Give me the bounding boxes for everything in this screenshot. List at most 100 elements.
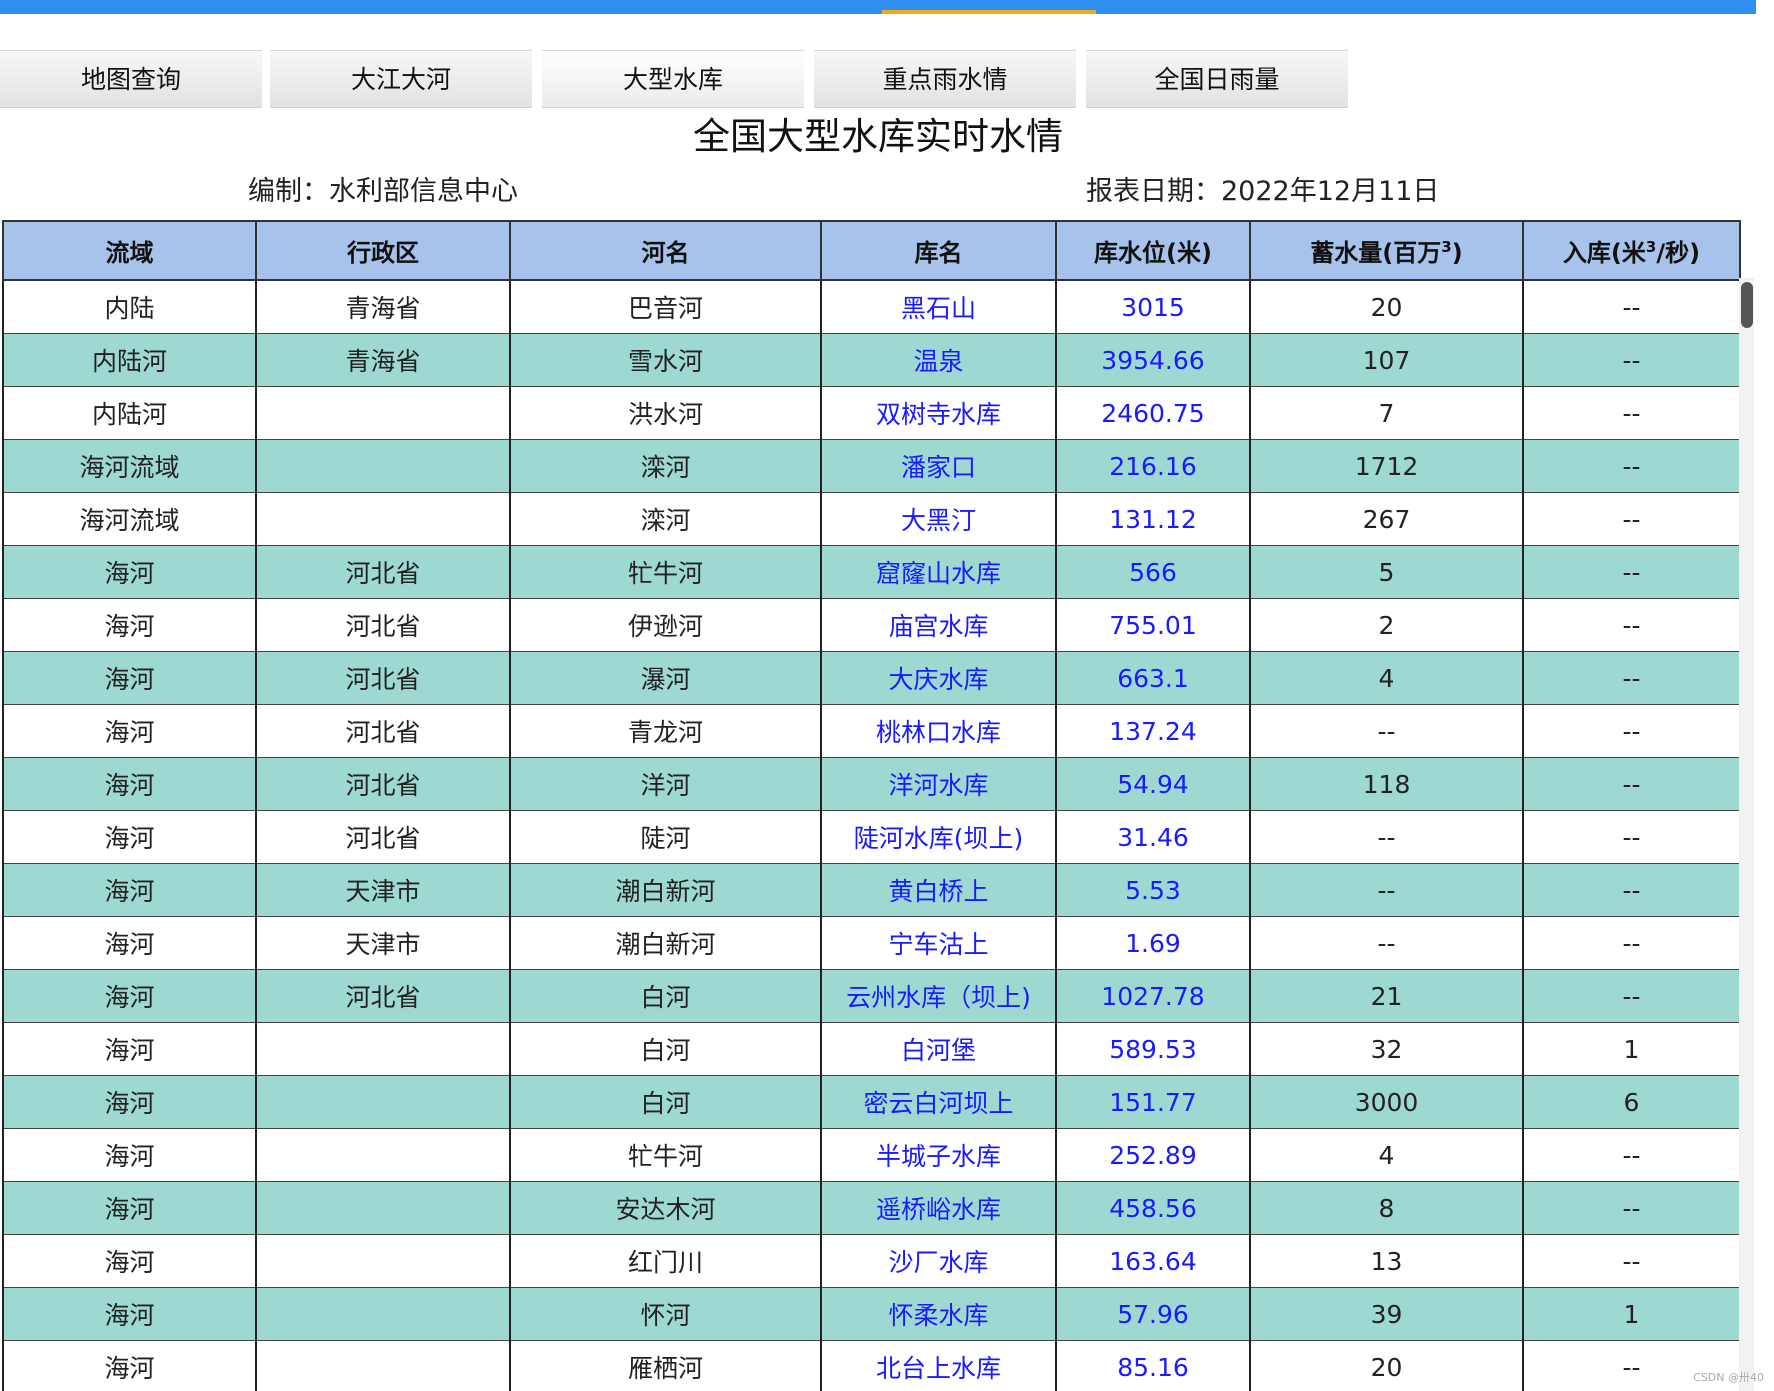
cell-basin: 海河流域 xyxy=(2,439,257,493)
cell-reservoir-link[interactable]: 潘家口 xyxy=(820,439,1057,493)
cell-river: 牤牛河 xyxy=(509,545,822,599)
cell-water-level[interactable]: 85.16 xyxy=(1055,1340,1251,1391)
cell-water-level[interactable]: 663.1 xyxy=(1055,651,1251,705)
table-scrollbar-thumb[interactable] xyxy=(1741,282,1753,328)
tab-map-query[interactable]: 地图查询 xyxy=(0,50,262,108)
cell-water-level[interactable]: 1027.78 xyxy=(1055,969,1251,1023)
cell-basin: 海河 xyxy=(2,598,257,652)
tab-large-reservoirs[interactable]: 大型水库 xyxy=(542,50,804,108)
cell-reservoir-link[interactable]: 大庆水库 xyxy=(820,651,1057,705)
cell-basin: 海河 xyxy=(2,1340,257,1391)
cell-storage: 7 xyxy=(1249,386,1524,440)
cell-reservoir-link[interactable]: 桃林口水库 xyxy=(820,704,1057,758)
cell-basin: 海河 xyxy=(2,757,257,811)
cell-basin: 海河 xyxy=(2,545,257,599)
cell-reservoir-link[interactable]: 温泉 xyxy=(820,333,1057,387)
cell-storage: 21 xyxy=(1249,969,1524,1023)
cell-water-level[interactable]: 31.46 xyxy=(1055,810,1251,864)
cell-water-level[interactable]: 1.69 xyxy=(1055,916,1251,970)
cell-region xyxy=(255,1075,511,1129)
cell-water-level[interactable]: 566 xyxy=(1055,545,1251,599)
cell-reservoir-link[interactable]: 窟窿山水库 xyxy=(820,545,1057,599)
header-river: 河名 xyxy=(509,220,822,281)
cell-inflow: -- xyxy=(1522,1181,1741,1235)
cell-reservoir-link[interactable]: 沙厂水库 xyxy=(820,1234,1057,1288)
cell-reservoir-link[interactable]: 大黑汀 xyxy=(820,492,1057,546)
cell-inflow: -- xyxy=(1522,757,1741,811)
cell-region xyxy=(255,1234,511,1288)
cell-water-level[interactable]: 131.12 xyxy=(1055,492,1251,546)
cell-river: 瀑河 xyxy=(509,651,822,705)
cell-region xyxy=(255,1181,511,1235)
table-row: 海河流域 滦河 潘家口 216.16 1712 -- xyxy=(2,439,1741,493)
cell-storage: 107 xyxy=(1249,333,1524,387)
reservoir-table: 流域 行政区 河名 库名 库水位(米) 蓄水量(百万3) 入库(米3/秒) 内陆… xyxy=(2,220,1741,1391)
cell-reservoir-link[interactable]: 洋河水库 xyxy=(820,757,1057,811)
cell-water-level[interactable]: 163.64 xyxy=(1055,1234,1251,1288)
cell-reservoir-link[interactable]: 双树寺水库 xyxy=(820,386,1057,440)
cell-water-level[interactable]: 54.94 xyxy=(1055,757,1251,811)
cell-water-level[interactable]: 137.24 xyxy=(1055,704,1251,758)
cell-reservoir-link[interactable]: 半城子水库 xyxy=(820,1128,1057,1182)
cell-river: 洋河 xyxy=(509,757,822,811)
cell-water-level[interactable]: 57.96 xyxy=(1055,1287,1251,1341)
cell-inflow: -- xyxy=(1522,545,1741,599)
cell-storage: -- xyxy=(1249,916,1524,970)
cell-inflow: -- xyxy=(1522,1128,1741,1182)
cell-inflow: -- xyxy=(1522,863,1741,917)
cell-region xyxy=(255,439,511,493)
cell-region: 河北省 xyxy=(255,598,511,652)
table-row: 海河 怀河 怀柔水库 57.96 39 1 xyxy=(2,1287,1741,1341)
top-accent-bar xyxy=(0,0,1756,14)
table-row: 海河流域 滦河 大黑汀 131.12 267 -- xyxy=(2,492,1741,546)
watermark: CSDN @卅40 xyxy=(1693,1371,1764,1384)
cell-reservoir-link[interactable]: 宁车沽上 xyxy=(820,916,1057,970)
cell-water-level[interactable]: 755.01 xyxy=(1055,598,1251,652)
cell-reservoir-link[interactable]: 黑石山 xyxy=(820,279,1057,334)
cell-storage: -- xyxy=(1249,704,1524,758)
cell-reservoir-link[interactable]: 黄白桥上 xyxy=(820,863,1057,917)
tab-national-daily-rainfall[interactable]: 全国日雨量 xyxy=(1086,50,1348,108)
table-row: 海河 河北省 瀑河 大庆水库 663.1 4 -- xyxy=(2,651,1741,705)
cell-reservoir-link[interactable]: 遥桥峪水库 xyxy=(820,1181,1057,1235)
table-row: 内陆河 青海省 雪水河 温泉 3954.66 107 -- xyxy=(2,333,1741,387)
cell-reservoir-link[interactable]: 云州水库（坝上) xyxy=(820,969,1057,1023)
cell-reservoir-link[interactable]: 密云白河坝上 xyxy=(820,1075,1057,1129)
cell-water-level[interactable]: 5.53 xyxy=(1055,863,1251,917)
tab-key-rain-water[interactable]: 重点雨水情 xyxy=(814,50,1076,108)
cell-water-level[interactable]: 216.16 xyxy=(1055,439,1251,493)
header-water-level: 库水位(米) xyxy=(1055,220,1251,281)
cell-reservoir-link[interactable]: 北台上水库 xyxy=(820,1340,1057,1391)
table-row: 海河 河北省 白河 云州水库（坝上) 1027.78 21 -- xyxy=(2,969,1741,1023)
cell-water-level[interactable]: 2460.75 xyxy=(1055,386,1251,440)
cell-reservoir-link[interactable]: 陡河水库(坝上) xyxy=(820,810,1057,864)
cell-river: 滦河 xyxy=(509,492,822,546)
table-row: 海河 牤牛河 半城子水库 252.89 4 -- xyxy=(2,1128,1741,1182)
cell-reservoir-link[interactable]: 庙宫水库 xyxy=(820,598,1057,652)
table-row: 海河 安达木河 遥桥峪水库 458.56 8 -- xyxy=(2,1181,1741,1235)
cell-reservoir-link[interactable]: 怀柔水库 xyxy=(820,1287,1057,1341)
cell-inflow: -- xyxy=(1522,598,1741,652)
cell-region: 河北省 xyxy=(255,651,511,705)
cell-basin: 海河 xyxy=(2,1234,257,1288)
report-date: 报表日期：2022年12月11日 xyxy=(1086,176,1440,207)
cell-water-level[interactable]: 3954.66 xyxy=(1055,333,1251,387)
cell-inflow: -- xyxy=(1522,333,1741,387)
cell-water-level[interactable]: 589.53 xyxy=(1055,1022,1251,1076)
cell-basin: 内陆 xyxy=(2,279,257,334)
cell-storage: 2 xyxy=(1249,598,1524,652)
table-scrollbar[interactable] xyxy=(1739,278,1754,1391)
cell-water-level[interactable]: 458.56 xyxy=(1055,1181,1251,1235)
cell-water-level[interactable]: 151.77 xyxy=(1055,1075,1251,1129)
cell-water-level[interactable]: 252.89 xyxy=(1055,1128,1251,1182)
tab-major-rivers[interactable]: 大江大河 xyxy=(270,50,532,108)
cell-inflow: -- xyxy=(1522,916,1741,970)
cell-inflow: -- xyxy=(1522,1234,1741,1288)
cell-water-level[interactable]: 3015 xyxy=(1055,279,1251,334)
cell-reservoir-link[interactable]: 白河堡 xyxy=(820,1022,1057,1076)
table-row: 海河 雁栖河 北台上水库 85.16 20 -- xyxy=(2,1340,1741,1391)
reservoir-table-container[interactable]: 流域 行政区 河名 库名 库水位(米) 蓄水量(百万3) 入库(米3/秒) 内陆… xyxy=(2,220,1756,1391)
table-row: 海河 白河 白河堡 589.53 32 1 xyxy=(2,1022,1741,1076)
cell-region: 河北省 xyxy=(255,757,511,811)
cell-region: 河北省 xyxy=(255,969,511,1023)
